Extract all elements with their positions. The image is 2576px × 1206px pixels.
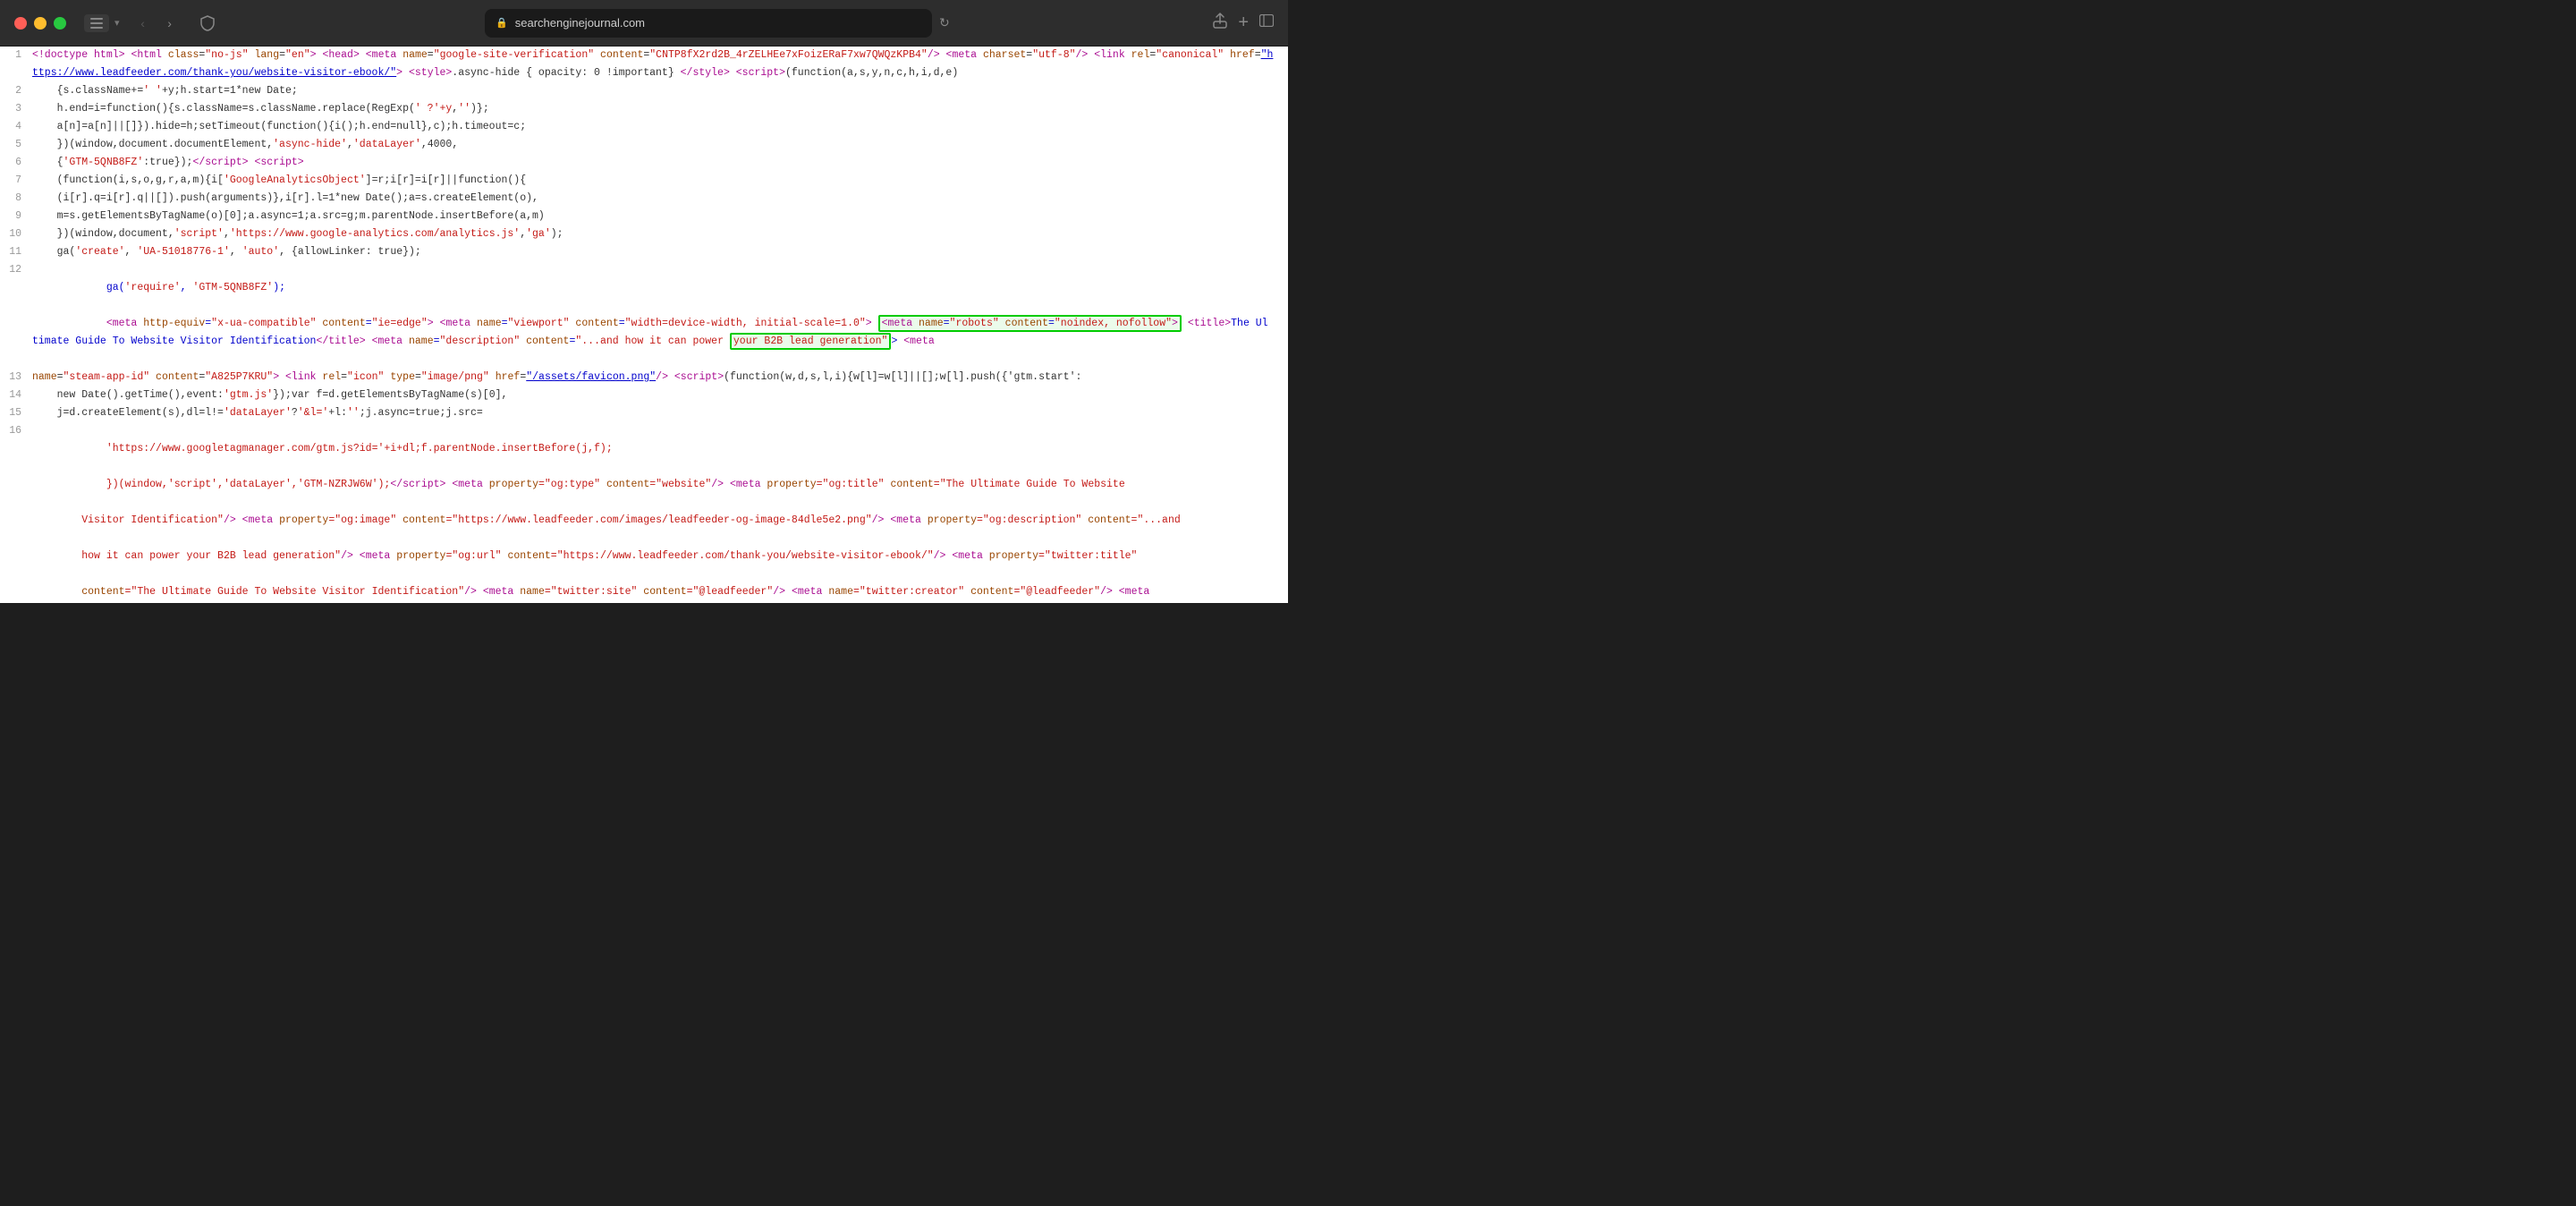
browser-actions: + [1213,13,1274,33]
lock-icon: 🔒 [496,17,508,29]
table-row: 14 new Date().getTime(),event:'gtm.js'})… [0,386,1288,404]
address-bar-container: 🔒 searchenginejournal.com ↻ [233,9,1203,38]
table-row: 15 j=d.createElement(s),dl=l!='dataLayer… [0,404,1288,422]
forward-button[interactable]: › [157,11,182,36]
fullscreen-button[interactable] [54,17,66,30]
table-row: 4 a[n]=a[n]||[]}).hide=h;setTimeout(func… [0,118,1288,136]
table-row: 7 (function(i,s,o,g,r,a,m){i['GoogleAnal… [0,172,1288,190]
nav-buttons: ‹ › [131,11,182,36]
table-row: 9 m=s.getElementsByTagName(o)[0];a.async… [0,208,1288,225]
traffic-lights [14,17,66,30]
table-row: 10 })(window,document,'script','https://… [0,225,1288,243]
back-button[interactable]: ‹ [131,11,156,36]
table-row: 6 {'GTM-5QNB8FZ':true});</script> <scrip… [0,154,1288,172]
table-row: 11 ga('create', 'UA-51018776-1', 'auto',… [0,243,1288,261]
code-view: 1 <!doctype html> <html class="no-js" la… [0,47,1288,603]
sidebar-toggle[interactable] [84,14,109,32]
table-row: 2 {s.className+=' '+y;h.start=1*new Date… [0,82,1288,100]
reload-button[interactable]: ↻ [939,15,950,30]
window-controls: ▾ [84,14,120,32]
table-row: 1 <!doctype html> <html class="no-js" la… [0,47,1288,82]
table-row: 3 h.end=i=function(){s.className=s.class… [0,100,1288,118]
minimize-button[interactable] [34,17,47,30]
close-button[interactable] [14,17,27,30]
share-button[interactable] [1213,13,1227,33]
code-line-12: 12 ga('require', 'GTM-5QNB8FZ'); <meta h… [0,261,1288,369]
code-container[interactable]: 1 <!doctype html> <html class="no-js" la… [0,47,1288,603]
table-row: 5 })(window,document.documentElement,'as… [0,136,1288,154]
table-row: 8 (i[r].q=i[r].q||[]).push(arguments)},i… [0,190,1288,208]
shield-icon[interactable] [193,9,222,38]
browser-chrome: ▾ ‹ › 🔒 searchenginejournal.com ↻ + [0,0,1288,47]
url-text: searchenginejournal.com [515,16,645,30]
address-bar[interactable]: 🔒 searchenginejournal.com [485,9,932,38]
code-line-16: 16 'https://www.googletagmanager.com/gtm… [0,422,1288,603]
table-row: 13 name="steam-app-id" content="A825P7KR… [0,369,1288,386]
new-tab-button[interactable]: + [1238,13,1249,33]
sidebar-button[interactable] [1259,14,1274,31]
